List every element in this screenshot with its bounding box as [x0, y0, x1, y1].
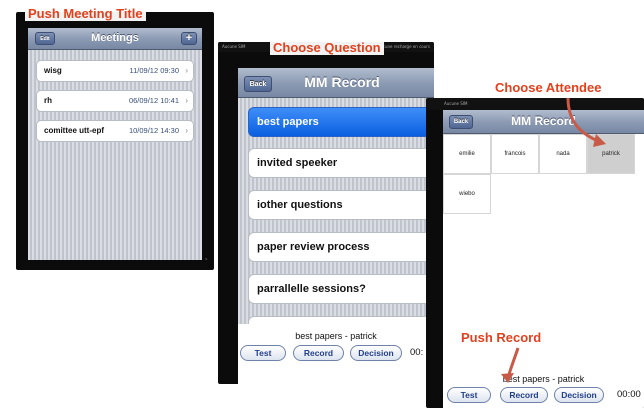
- record-timer: 00:: [410, 347, 424, 358]
- question-background: Back MM Record best papers invited speek…: [238, 68, 434, 384]
- test-button[interactable]: Test: [240, 345, 286, 361]
- chevron-right-icon: ›: [185, 66, 188, 75]
- meeting-row[interactable]: wisg 11/09/12 09:30 ›: [36, 60, 194, 82]
- edit-button[interactable]: Edit: [35, 32, 55, 45]
- decision-button[interactable]: Decision: [350, 345, 402, 361]
- chevron-right-icon: ›: [185, 126, 188, 135]
- record-navbar: Back MM Record: [443, 110, 644, 134]
- chevron-right-icon: ›: [185, 96, 188, 105]
- meeting-row[interactable]: rh 06/09/12 10:41 ›: [36, 90, 194, 112]
- meeting-datetime: 11/09/12 09:30: [129, 66, 180, 75]
- question-item[interactable]: invited speeker: [248, 148, 434, 178]
- carrier-label: Aucune SIM: [444, 101, 468, 106]
- meeting-datetime: 10/09/12 14:30: [128, 126, 179, 135]
- status-bar: Aucune SIM: [426, 98, 644, 110]
- meeting-title: rh: [44, 96, 52, 105]
- question-item[interactable]: paper review process: [248, 232, 434, 262]
- current-selection-label: best papers - patrick: [502, 374, 585, 384]
- meeting-title: comittee utt-epf: [44, 126, 104, 135]
- record-timer: 00:00: [617, 389, 641, 400]
- record-button[interactable]: Record: [500, 387, 548, 403]
- question-item[interactable]: parrallelle sessions?: [248, 274, 434, 304]
- attendee-content: Back MM Record emilie francois nada patr…: [443, 110, 644, 408]
- attendee-tile[interactable]: emilie: [443, 134, 491, 174]
- add-meeting-button[interactable]: +: [181, 32, 197, 45]
- carrier-label: Aucune SIM: [222, 44, 246, 49]
- meeting-title: wisg: [44, 66, 62, 75]
- record-navbar: Back MM Record: [238, 68, 434, 98]
- meetings-navbar: Edit Meetings +: [28, 28, 202, 50]
- question-item[interactable]: iother questions: [248, 190, 434, 220]
- back-button[interactable]: Back: [244, 76, 272, 92]
- callout-push-meeting-title: Push Meeting Title: [25, 6, 146, 21]
- callout-choose-attendee: Choose Attendee: [492, 80, 605, 95]
- wifi-icon: ◔: [203, 255, 208, 264]
- arrow-to-attendee-icon: [566, 97, 606, 147]
- meetings-screen: Edit Meetings + wisg 11/09/12 09:30 › rh…: [16, 12, 214, 270]
- meeting-row[interactable]: comittee utt-epf 10/09/12 14:30 ›: [36, 120, 194, 142]
- meeting-datetime: 06/09/12 10:41: [128, 96, 179, 105]
- question-screen: Aucune SIM Aucune recharge en cours Back…: [218, 42, 434, 384]
- arrow-to-record-icon: [501, 347, 520, 383]
- attendee-tile[interactable]: francois: [491, 134, 539, 174]
- attendee-tile[interactable]: wiebo: [443, 174, 491, 214]
- charging-label: Aucune recharge en cours: [377, 44, 431, 49]
- callout-choose-question: Choose Question: [270, 40, 384, 55]
- attendee-screen: Aucune SIM Back MM Record emilie francoi…: [426, 98, 644, 408]
- current-selection-label: best papers - patrick: [295, 331, 377, 341]
- meetings-background: Edit Meetings + wisg 11/09/12 09:30 › rh…: [28, 28, 202, 260]
- callout-push-record: Push Record: [461, 330, 542, 345]
- back-button[interactable]: Back: [449, 115, 473, 129]
- record-toolbar: best papers - patrick Test Record Decisi…: [238, 324, 434, 384]
- decision-button[interactable]: Decision: [554, 387, 604, 403]
- tutorial-composite: Edit Meetings + wisg 11/09/12 09:30 › rh…: [0, 0, 644, 408]
- meetings-title: Meetings: [91, 32, 139, 44]
- record-title: MM Record: [304, 74, 380, 90]
- test-button[interactable]: Test: [447, 387, 491, 403]
- record-button[interactable]: Record: [293, 345, 344, 361]
- question-item[interactable]: best papers: [248, 107, 434, 137]
